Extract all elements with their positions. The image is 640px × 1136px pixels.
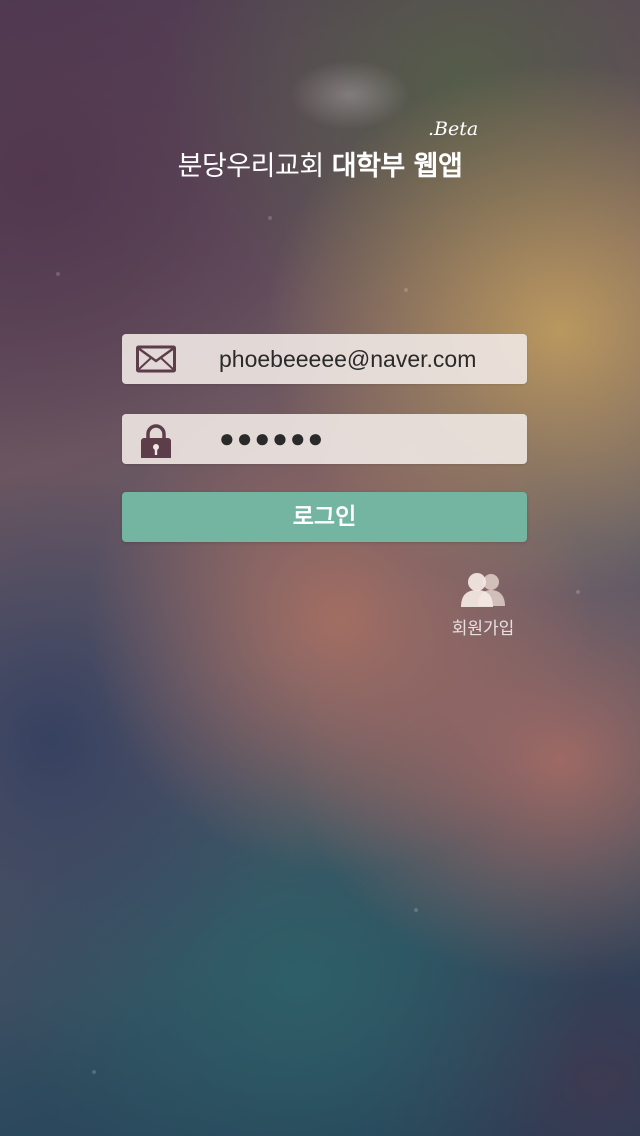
background-speck xyxy=(268,216,272,220)
users-icon xyxy=(461,573,505,607)
email-field[interactable]: phoebeeeee@naver.com xyxy=(122,334,527,384)
signup-label: 회원가입 xyxy=(451,619,515,639)
page-title-regular: 분당우리교회 xyxy=(177,151,332,182)
envelope-icon xyxy=(136,345,176,373)
background-speck xyxy=(404,288,408,292)
beta-tag: .Beta xyxy=(428,118,479,140)
password-field[interactable]: ●●●●●● xyxy=(122,414,527,464)
lock-icon xyxy=(141,424,171,458)
login-button[interactable]: 로그인 xyxy=(122,492,527,542)
background-speck xyxy=(414,908,418,912)
password-value: ●●●●●● xyxy=(219,423,326,453)
page-title-bold: 대학부 웹앱 xyxy=(331,151,463,182)
signup-button[interactable]: 회원가입 xyxy=(442,572,524,642)
background-speck xyxy=(576,590,580,594)
email-value: phoebeeeee@naver.com xyxy=(219,346,477,372)
background-speck xyxy=(56,272,60,276)
background-glow xyxy=(290,60,410,130)
background-speck xyxy=(92,1070,96,1074)
page-title: 분당우리교회 대학부 웹앱 xyxy=(0,144,640,183)
